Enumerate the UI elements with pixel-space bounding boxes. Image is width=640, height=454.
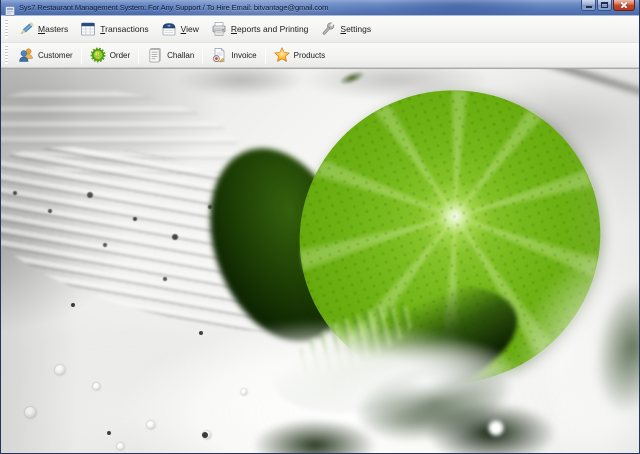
toolbar-button-label: Order (109, 50, 131, 60)
menu-item-label: Masters (38, 24, 69, 34)
bubble (25, 407, 36, 418)
invoice-seal-icon (211, 47, 227, 63)
maximize-icon (601, 2, 608, 8)
menu-item-view[interactable]: View (155, 18, 205, 40)
order-button[interactable]: Order (84, 45, 136, 65)
toolbar-button-label: Customer (38, 50, 73, 60)
toolbar-separator (202, 46, 204, 64)
app-window: Sys7 Restaurant Management System: For A… (0, 0, 640, 454)
customer-button[interactable]: Customer (12, 45, 79, 65)
bubble (203, 431, 211, 439)
menu-item-label: Reports and Printing (230, 24, 309, 34)
toolbar-separator (138, 46, 140, 64)
title-bar[interactable]: Sys7 Restaurant Management System: For A… (1, 0, 639, 16)
pencil-icon (18, 21, 34, 37)
menu-item-label: Transactions (100, 24, 149, 34)
dark-specks (71, 303, 75, 307)
menu-item-label: Settings (340, 24, 372, 34)
window-controls (581, 0, 635, 11)
star-icon (273, 47, 290, 63)
invoice-button[interactable]: Invoice (205, 45, 262, 65)
toolbar-button-label: Invoice (231, 50, 257, 60)
bubble (241, 389, 247, 395)
document-lines-icon (147, 47, 163, 63)
toolbar-button-label: Challan (167, 50, 195, 60)
menu-item-masters[interactable]: Masters (12, 18, 74, 40)
challan-button[interactable]: Challan (141, 45, 200, 65)
bubble (93, 383, 100, 390)
close-icon (620, 1, 628, 9)
toolstrip-grip[interactable] (5, 46, 8, 64)
table-ledger-icon (80, 21, 96, 37)
menu-item-transactions[interactable]: Transactions (74, 18, 154, 40)
close-button[interactable] (613, 0, 635, 11)
minimize-button[interactable] (581, 0, 596, 11)
products-button[interactable]: Products (268, 45, 332, 65)
toolbar-button-label: Products (293, 50, 326, 60)
bubble (147, 421, 155, 429)
toolbar-separator (264, 46, 266, 64)
green-badge-icon (90, 47, 106, 63)
light-glint (487, 419, 505, 437)
water-droplet-specks (13, 191, 17, 195)
card-drawer-icon (161, 21, 177, 37)
people-icon (18, 47, 34, 63)
bubble (55, 365, 65, 375)
menu-bar: Masters Transactions View Reports and Pr… (1, 15, 639, 43)
menu-item-settings[interactable]: Settings (314, 18, 377, 40)
window-title: Sys7 Restaurant Management System: For A… (19, 3, 329, 12)
bubble (117, 443, 124, 450)
client-area-lime-photo (1, 68, 639, 453)
maximize-button[interactable] (597, 0, 612, 11)
toolbar-separator (80, 46, 82, 64)
minimize-icon (585, 6, 592, 8)
wrench-icon (320, 21, 336, 37)
toolbar: Customer Order Challan Invoice Products (1, 43, 639, 68)
menu-item-label: View (180, 24, 199, 34)
menu-item-reports-and-printing[interactable]: Reports and Printing (205, 18, 315, 40)
toolstrip-grip[interactable] (5, 20, 8, 38)
app-icon (5, 3, 15, 16)
printer-icon (211, 21, 227, 37)
